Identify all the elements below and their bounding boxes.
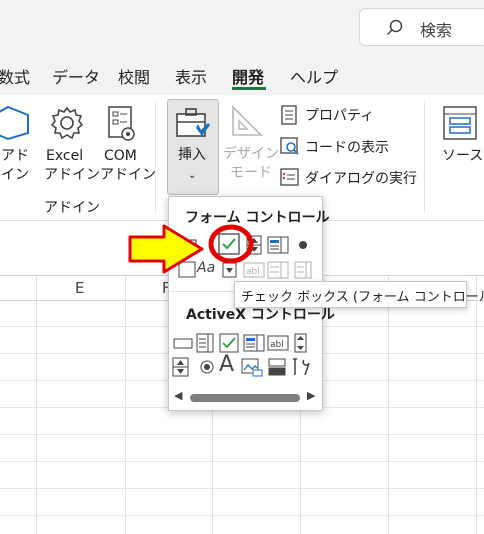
insert-controls-button[interactable]: 挿入 ⌄ (167, 99, 219, 195)
grid-line (388, 275, 389, 534)
hexagon-icon (0, 105, 30, 145)
search-icon (386, 19, 404, 41)
search-label: 検索 (420, 21, 453, 40)
insert-label: 挿入 (178, 147, 206, 163)
com-addins-label-1: COM (104, 148, 137, 164)
source-label: ソース (442, 148, 484, 164)
activex-label-icon[interactable]: A (219, 352, 234, 377)
source-button[interactable]: ソース (438, 105, 484, 185)
activex-scroll-bar-icon[interactable] (293, 333, 313, 353)
tab-formulas[interactable]: 数式 (0, 64, 30, 88)
activex-list-box-icon[interactable] (243, 333, 265, 353)
grid-line (0, 515, 484, 516)
annotation-arrow-icon (128, 224, 204, 274)
design-mode-label-2: モード (230, 165, 272, 181)
com-addins-label-2: アドイン (100, 167, 156, 183)
activex-command-button-icon[interactable] (173, 333, 193, 353)
form-combo-dropdown-control-icon (293, 260, 313, 280)
tab-view[interactable]: 表示 (175, 64, 207, 88)
activex-spin-button-icon[interactable] (171, 357, 191, 377)
scrollbar-thumb[interactable] (190, 394, 300, 402)
column-header-e[interactable]: E (75, 279, 84, 297)
activex-combo-box-icon[interactable] (195, 333, 215, 353)
triangle-ruler-icon (229, 103, 265, 143)
grid-line (0, 461, 484, 462)
form-option-button-control-icon[interactable] (293, 235, 313, 255)
tab-data[interactable]: データ (52, 64, 100, 88)
toolbox-icon (174, 106, 212, 146)
gallery-scrollbar[interactable]: ◀ ▶ (172, 389, 319, 405)
tab-developer[interactable]: 開発 (232, 64, 264, 88)
form-combo-list-control-icon (267, 260, 289, 280)
grid-line (0, 488, 484, 489)
scroll-left-icon[interactable]: ◀ (174, 389, 182, 402)
activex-text-box-icon[interactable]: abl (267, 333, 289, 353)
tab-help[interactable]: ヘルプ (290, 64, 338, 88)
properties-icon (280, 105, 298, 129)
addins-label-1: アド (1, 148, 29, 164)
gear-icon (50, 105, 84, 145)
excel-addins-button[interactable]: Excel アドイン (44, 105, 100, 185)
tab-review[interactable]: 校閲 (118, 64, 150, 88)
activex-checkbox-icon[interactable] (219, 333, 239, 353)
view-code-label: コードの表示 (305, 140, 389, 156)
annotation-circle-icon (208, 224, 254, 264)
active-tab-indicator (232, 87, 266, 90)
scroll-right-icon[interactable]: ▶ (307, 389, 315, 402)
addins-group-label: アドイン (44, 200, 100, 216)
chevron-down-icon: ⌄ (188, 170, 197, 181)
search-box[interactable]: 検索 (359, 8, 484, 46)
activex-toggle-button-icon[interactable] (267, 357, 287, 377)
properties-label: プロパティ (305, 108, 375, 124)
more-controls-icon[interactable] (291, 357, 311, 377)
form-list-box-control-icon[interactable] (267, 235, 289, 255)
view-code-icon (280, 136, 300, 160)
run-dialog-icon (280, 167, 300, 191)
group-separator (424, 101, 425, 213)
design-mode-button[interactable]: デザイン モード (222, 99, 279, 189)
run-dialog-label: ダイアログの実行 (305, 171, 417, 187)
grid-line (36, 275, 37, 534)
grid-line (476, 275, 477, 534)
grid-line (125, 275, 126, 534)
svg-text:abl: abl (270, 340, 284, 350)
design-mode-label-1: デザイン (223, 146, 279, 162)
activex-option-button-icon[interactable] (197, 357, 217, 377)
excel-addins-label-1: Excel (46, 148, 84, 164)
addins-label-2: イン (1, 167, 29, 183)
tooltip: チェック ボックス (フォーム コントロール) (234, 281, 484, 308)
xml-source-icon (442, 105, 478, 145)
excel-addins-label-2: アドイン (44, 167, 100, 183)
com-addins-button[interactable]: COM アドイン (98, 105, 156, 185)
com-addin-icon (106, 105, 136, 147)
activex-image-icon[interactable] (241, 357, 263, 377)
grid-line (0, 434, 484, 435)
group-separator (155, 101, 156, 213)
